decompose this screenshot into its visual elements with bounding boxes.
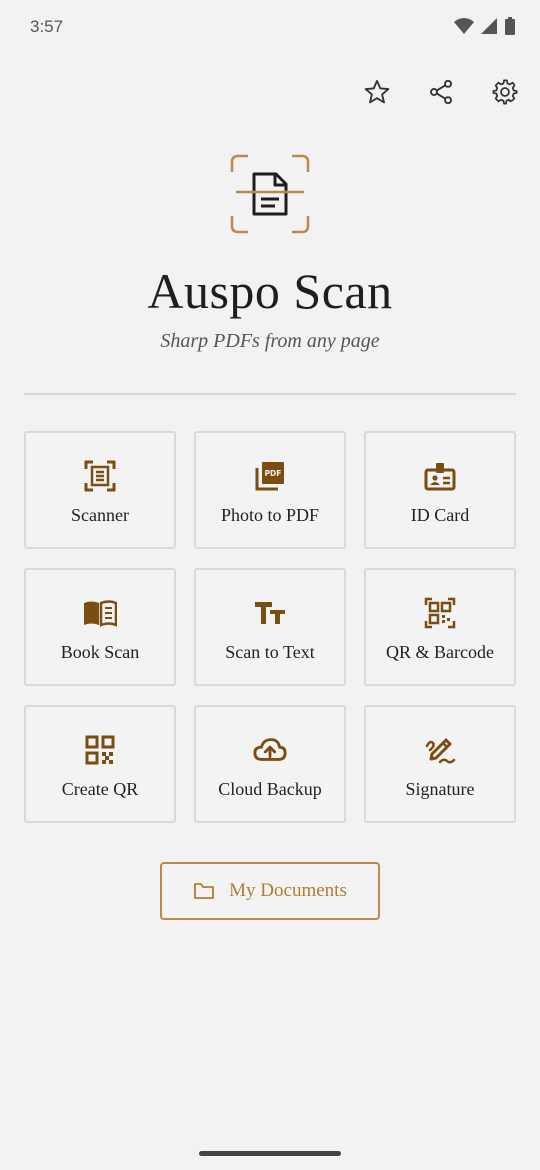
tile-label: Create QR [61, 779, 139, 799]
tile-label: Photo to PDF [220, 505, 320, 525]
book-scan-tile[interactable]: Book Scan [24, 568, 176, 686]
share-icon [430, 79, 452, 105]
feature-grid: Scanner PDF Photo to PDF ID Card Book Sc… [24, 431, 516, 823]
home-indicator[interactable] [199, 1151, 341, 1156]
tile-label: Cloud Backup [218, 779, 322, 799]
favorite-button[interactable] [358, 72, 396, 112]
photo-to-pdf-tile[interactable]: PDF Photo to PDF [194, 431, 346, 549]
signal-icon [481, 18, 497, 34]
my-documents-label: My Documents [229, 880, 347, 901]
qr-code-icon [83, 733, 117, 767]
tile-label: Signature [405, 779, 475, 799]
tile-label: ID Card [410, 505, 470, 525]
status-time: 3:57 [30, 17, 64, 36]
svg-text:PDF: PDF [265, 469, 282, 478]
tile-label: QR & Barcode [386, 642, 494, 662]
tile-label: Book Scan [60, 642, 140, 662]
scan-to-text-tile[interactable]: Scan to Text [194, 568, 346, 686]
id-card-icon [423, 459, 457, 493]
book-icon [83, 596, 117, 630]
share-button[interactable] [422, 72, 460, 112]
top-toolbar [358, 72, 524, 112]
battery-icon [505, 17, 515, 35]
qr-barcode-tile[interactable]: QR & Barcode [364, 568, 516, 686]
status-bar: 3:57 [0, 0, 540, 56]
gear-icon [492, 79, 518, 105]
signature-tile[interactable]: Signature [364, 705, 516, 823]
app-title: Auspo Scan [147, 263, 393, 319]
cloud-backup-tile[interactable]: Cloud Backup [194, 705, 346, 823]
tile-label: Scanner [71, 505, 129, 525]
signature-icon [423, 733, 457, 767]
app-subtitle: Sharp PDFs from any page [160, 330, 380, 352]
cloud-upload-icon [253, 733, 287, 767]
settings-button[interactable] [486, 72, 524, 112]
divider [24, 393, 516, 395]
pdf-icon: PDF [253, 459, 287, 493]
folder-icon [194, 883, 215, 899]
id-card-tile[interactable]: ID Card [364, 431, 516, 549]
app-logo [230, 154, 310, 234]
my-documents-button[interactable]: My Documents [160, 862, 380, 920]
qr-scan-icon [423, 596, 457, 630]
text-icon [253, 596, 287, 630]
tile-label: Scan to Text [225, 642, 315, 662]
create-qr-tile[interactable]: Create QR [24, 705, 176, 823]
star-icon [364, 79, 390, 104]
status-icons [454, 17, 516, 35]
scanner-tile[interactable]: Scanner [24, 431, 176, 549]
wifi-icon [454, 18, 474, 34]
scanner-icon [83, 459, 117, 493]
